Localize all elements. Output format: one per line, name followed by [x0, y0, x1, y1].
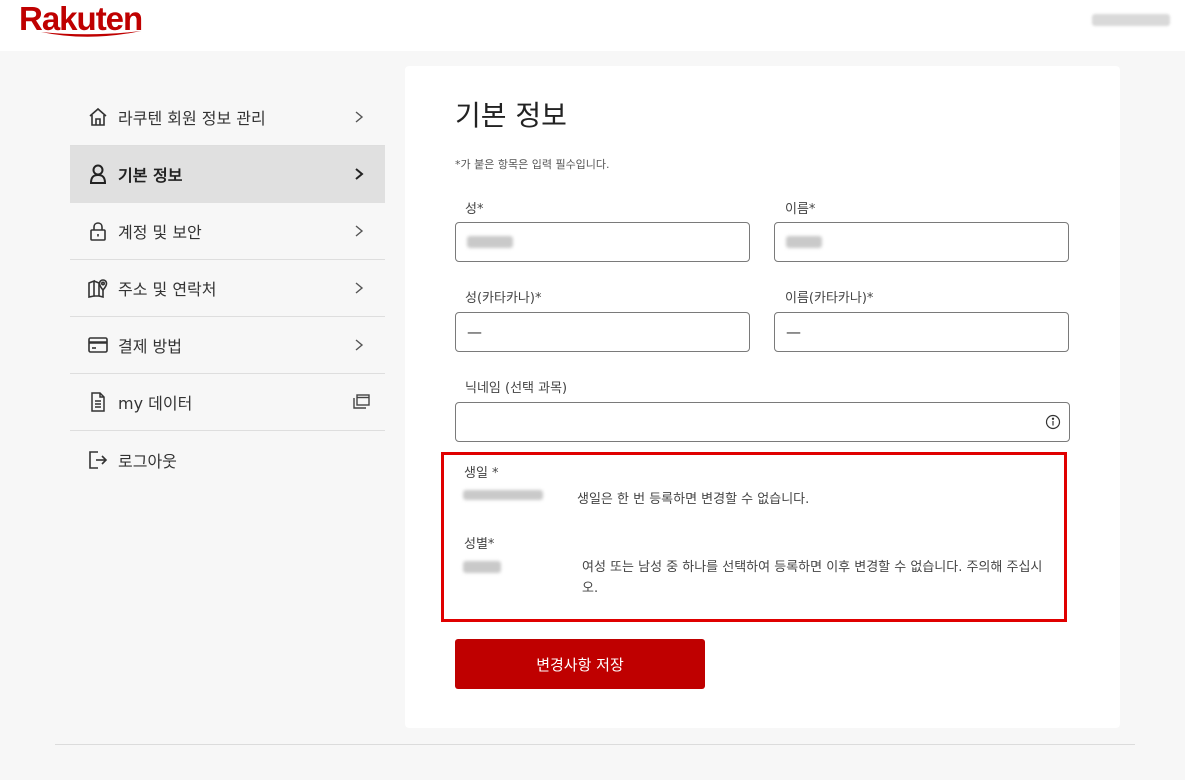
sidebar-item-logout[interactable]: 로그아웃 — [70, 431, 385, 488]
sidebar-item-label: 라쿠텐 회원 정보 관리 — [118, 109, 266, 128]
nickname-input[interactable] — [455, 402, 1070, 442]
first-name-value-redacted — [786, 236, 822, 248]
external-window-icon — [353, 394, 370, 409]
last-name-kana-label: 성(카타카나)* — [465, 291, 542, 306]
sidebar-item-label: 계정 및 보안 — [118, 223, 202, 242]
sidebar-item-payment[interactable]: 결제 방법 — [70, 317, 385, 374]
last-name-input[interactable] — [455, 222, 750, 262]
save-changes-button[interactable]: 변경사항 저장 — [455, 639, 705, 689]
sidebar-item-label: my 데이터 — [118, 394, 193, 413]
nickname-label: 닉네임 (선택 과목) — [465, 381, 568, 396]
home-icon — [87, 106, 109, 128]
user-name[interactable] — [1092, 14, 1170, 26]
sidebar-item-my-data[interactable]: my 데이터 — [70, 374, 385, 431]
last-name-kana-input[interactable]: — — [455, 312, 750, 352]
last-name-value-redacted — [467, 236, 513, 248]
info-icon[interactable] — [1045, 414, 1061, 430]
logo-swoosh-icon — [41, 31, 141, 37]
sidebar-item-label: 로그아웃 — [118, 451, 177, 471]
first-name-kana-label: 이름(카타카나)* — [785, 291, 874, 306]
sidebar-item-member-info[interactable]: 라쿠텐 회원 정보 관리 — [70, 89, 385, 146]
person-icon — [87, 163, 109, 185]
birthday-label: 생일 * — [464, 466, 499, 481]
gender-value-redacted — [463, 561, 501, 573]
first-name-kana-value: — — [786, 323, 801, 341]
chevron-right-icon — [355, 225, 364, 237]
gender-label: 성별* — [464, 537, 495, 552]
first-name-kana-input[interactable]: — — [774, 312, 1069, 352]
sidebar-item-label: 결제 방법 — [118, 337, 182, 356]
last-name-kana-value: — — [467, 323, 482, 341]
logout-icon — [87, 449, 109, 471]
credit-card-icon — [87, 334, 109, 356]
page-title: 기본 정보 — [455, 99, 567, 132]
chevron-right-icon — [355, 282, 364, 294]
footer-divider — [55, 744, 1135, 745]
chevron-right-icon — [355, 111, 364, 123]
sidebar-item-account-security[interactable]: 계정 및 보안 — [70, 203, 385, 260]
first-name-label: 이름* — [785, 202, 816, 217]
document-icon — [87, 391, 109, 413]
sidebar-item-label: 기본 정보 — [118, 166, 183, 185]
last-name-label: 성* — [465, 202, 484, 217]
birthday-note: 생일은 한 번 등록하면 변경할 수 없습니다. — [577, 492, 810, 507]
top-header: Rakuten — [0, 0, 1185, 51]
map-pin-icon — [87, 277, 109, 299]
first-name-input[interactable] — [774, 222, 1069, 262]
chevron-right-icon — [355, 339, 364, 351]
required-note: *가 붙은 항목은 입력 필수입니다. — [455, 158, 610, 171]
sidebar-item-label: 주소 및 연락처 — [118, 280, 217, 299]
gender-note: 여성 또는 남성 중 하나를 선택하여 등록하면 이후 변경할 수 없습니다. … — [582, 560, 1043, 596]
lock-icon — [87, 220, 109, 242]
birthday-value-redacted — [463, 490, 543, 500]
chevron-right-icon — [355, 168, 364, 180]
sidebar-nav: 라쿠텐 회원 정보 관리 기본 정보 계정 및 보안 주소 및 연락처 결제 방… — [70, 89, 385, 488]
sidebar-item-address-contact[interactable]: 주소 및 연락처 — [70, 260, 385, 317]
basic-info-card: 기본 정보 *가 붙은 항목은 입력 필수입니다. 성* 이름* 성(카타카나)… — [405, 66, 1120, 728]
sidebar-item-basic-info[interactable]: 기본 정보 — [70, 146, 385, 203]
